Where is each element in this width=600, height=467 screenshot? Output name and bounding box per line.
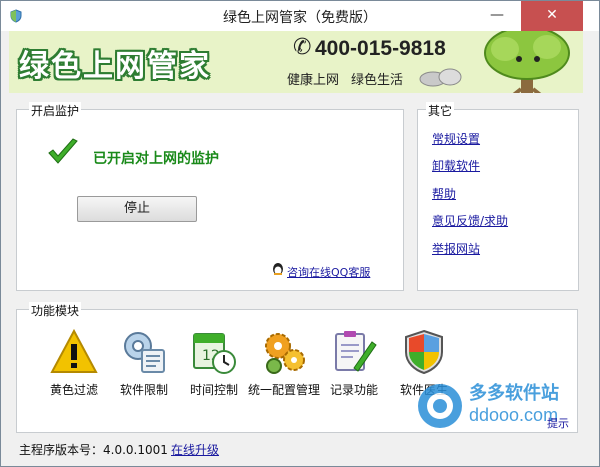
module-software-limit[interactable]: 软件限制 [105,328,183,398]
watermark-logo-icon [418,384,462,428]
module-porn-filter[interactable]: 黄色过滤 [35,328,113,398]
general-settings-link[interactable]: 常规设置 [432,130,480,147]
module-label: 时间控制 [189,383,238,397]
shield-icon [405,329,443,375]
hint-link[interactable]: 提示 [547,415,569,431]
module-logging[interactable]: 记录功能 [315,328,393,398]
close-button[interactable]: ✕ [521,1,583,31]
stones-icon [419,68,462,87]
online-update-link[interactable]: 在线升级 [171,441,219,458]
stop-button[interactable]: 停止 [77,196,197,222]
watermark-domain: ddooo.com [469,405,559,425]
title-bar: 绿色上网管家（免费版） — ✕ [1,1,599,31]
module-label: 记录功能 [329,383,378,397]
gears-icon [265,333,305,374]
minimize-button[interactable]: — [477,1,517,31]
watermark-site-name: 多多软件站 [469,383,559,404]
version-text: 主程序版本号：4.0.0.1001 [19,443,168,457]
calendar-clock-icon: 12 [193,333,236,374]
module-label: 软件限制 [119,383,168,397]
monitor-group: 开启监护 已开启对上网的监护 停止 咨询在线QQ客服 [16,102,404,291]
other-group: 其它 常规设置 卸载软件 帮助 意见反馈/求助 举报网站 [417,102,579,291]
module-label: 统一配置管理 [247,383,320,397]
monitor-group-label: 开启监护 [29,102,82,119]
slogan-green-life: 绿色生活 [351,73,404,88]
module-time-control[interactable]: 12 时间控制 [175,328,253,398]
software-gear-icon [124,332,165,373]
module-label: 黄色过滤 [49,383,98,397]
main-window: 绿色上网管家（免费版） — ✕ 绿色上网管家 ✆ 400-015-9818 健康… [0,0,600,467]
checkmark-icon [48,138,78,164]
slogan-healthy-internet: 健康上网 [287,73,340,88]
feedback-link[interactable]: 意见反馈/求助 [432,212,508,229]
qq-support-link[interactable]: 咨询在线QQ客服 [287,264,370,280]
function-group-label: 功能模块 [29,302,82,319]
uninstall-link[interactable]: 卸载软件 [432,157,480,174]
phone-icon: ✆ [293,35,312,60]
other-group-label: 其它 [426,102,455,119]
warning-icon [50,328,98,373]
tree-illustration-icon [484,31,570,93]
monitor-status-text: 已开启对上网的监护 [93,151,219,167]
module-unified-config[interactable]: 统一配置管理 [245,328,323,398]
header-banner: 绿色上网管家 ✆ 400-015-9818 健康上网 绿色生活 [9,31,583,93]
qq-penguin-icon [273,263,283,275]
clipboard-pen-icon [335,331,377,372]
report-site-link[interactable]: 举报网站 [432,240,480,257]
hotline-number: 400-015-9818 [315,37,446,60]
banner-logo-text: 绿色上网管家 [19,49,211,84]
help-link[interactable]: 帮助 [432,185,456,202]
